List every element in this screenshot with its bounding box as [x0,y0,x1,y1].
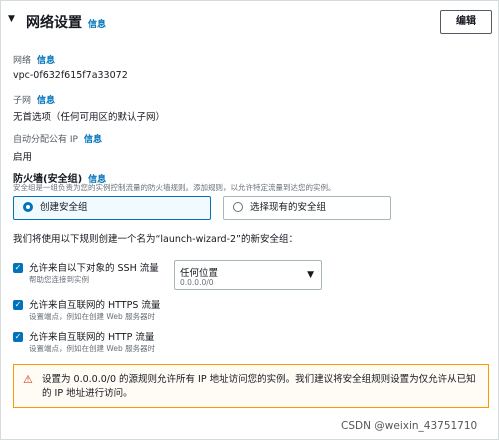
warning-alert: ⚠ 设置为 0.0.0.0/0 的源规则允许所有 IP 地址访问您的实例。我们建… [13,364,489,408]
ssh-rule-sub: 帮助您连接到实例 [29,275,89,284]
ssh-rule-label: 允许来自以下对象的 SSH 流量 [29,263,159,274]
caret-down-icon[interactable]: ▼ [8,14,15,24]
network-info-link[interactable]: 信息 [37,56,55,66]
public-ip-label-text: 自动分配公有 IP [13,135,78,145]
subnet-value: 无首选项（任何可用区的默认子网） [13,112,166,123]
subnet-label: 子网 信息 [13,93,55,106]
https-rule-label: 允许来自互联网的 HTTPS 流量 [29,300,161,311]
ssh-checkbox[interactable]: ✓ [13,263,23,273]
radio-selected-icon[interactable] [23,202,33,212]
http-rule-sub: 设置端点，例如在创建 Web 服务器时 [29,344,156,353]
public-ip-label: 自动分配公有 IP 信息 [13,132,102,145]
https-checkbox[interactable]: ✓ [13,300,23,310]
https-rule-sub: 设置端点，例如在创建 Web 服务器时 [29,312,156,321]
edit-button[interactable]: 编辑 [440,10,492,34]
panel-title: 网络设置 信息 [26,12,106,32]
network-label: 网络 信息 [13,53,55,66]
create-security-group-option[interactable]: 创建安全组 [13,196,211,220]
info-link[interactable]: 信息 [88,20,106,30]
warning-text: 设置为 0.0.0.0/0 的源规则允许所有 IP 地址访问您的实例。我们建议将… [42,374,476,399]
panel-title-text: 网络设置 [26,15,82,31]
watermark: CSDN @weixin_43751710 [341,420,478,432]
subnet-label-text: 子网 [13,96,32,106]
public-ip-info-link[interactable]: 信息 [84,135,102,145]
http-checkbox[interactable]: ✓ [13,332,23,342]
public-ip-value: 启用 [13,152,33,163]
radio-unselected-icon[interactable] [233,202,243,212]
network-value: vpc-0f632f615f7a33072 [13,70,128,81]
ssh-source-value: 任何位置 [180,268,219,279]
rule-intro-text: 我们将使用以下规则创建一个名为“launch-wizard-2”的新安全组： [13,234,298,245]
firewall-description: 安全组是一组负责为您的实例控制流量的防火墙规则。添加规则，以允许特定流量到达您的… [13,183,336,192]
caret-down-icon: ▼ [307,270,314,280]
select-existing-security-group-option[interactable]: 选择现有的安全组 [223,196,391,220]
ssh-source-select[interactable]: 任何位置 0.0.0.0/0 ▼ [174,260,322,290]
create-security-group-label: 创建安全组 [40,202,88,213]
ssh-source-cidr: 0.0.0.0/0 [180,278,214,287]
subnet-info-link[interactable]: 信息 [37,96,55,106]
select-existing-security-group-label: 选择现有的安全组 [250,202,327,213]
panel-header: ▼ 网络设置 信息 编辑 [0,0,499,42]
warning-icon: ⚠ [23,373,33,386]
network-label-text: 网络 [13,56,32,66]
http-rule-label: 允许来自互联网的 HTTP 流量 [29,332,155,343]
